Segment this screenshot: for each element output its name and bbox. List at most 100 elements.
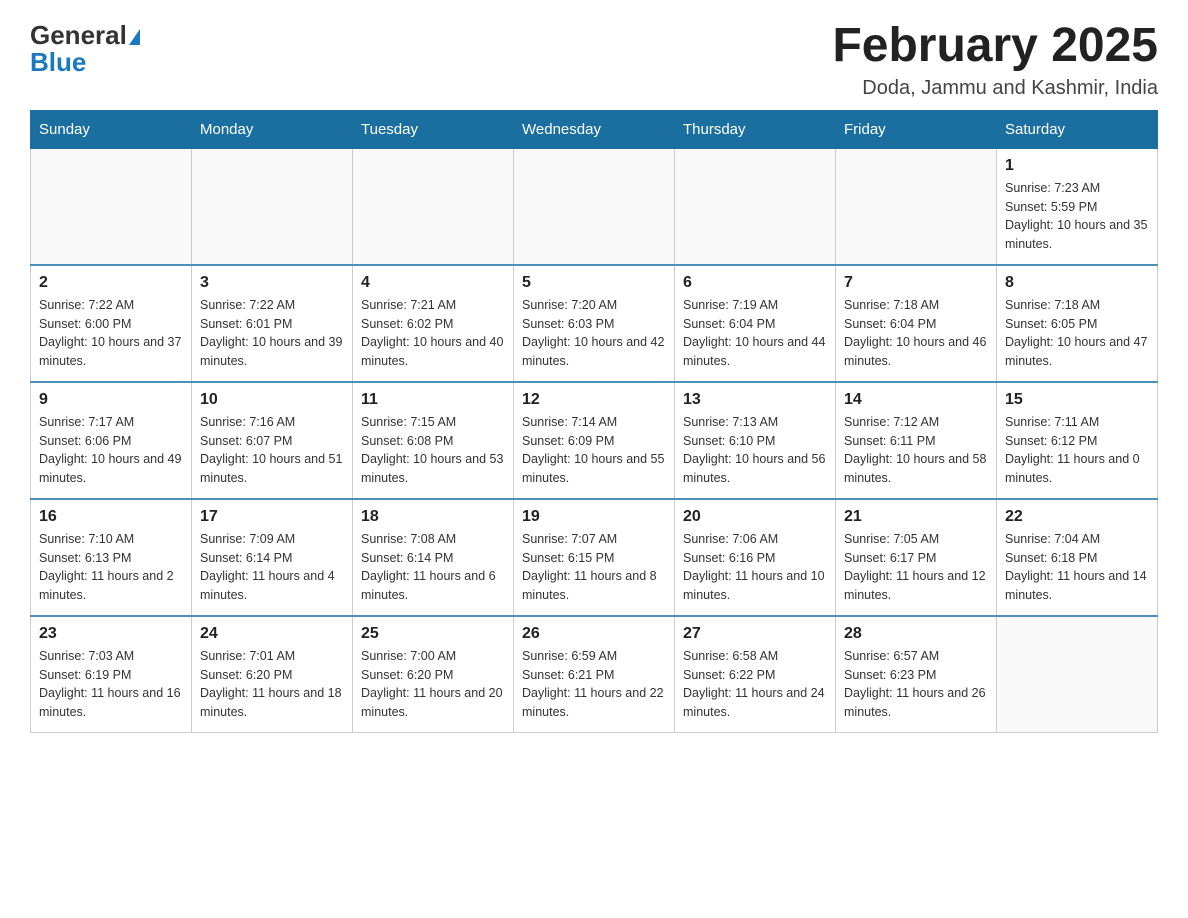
calendar-cell: 27 Sunrise: 6:58 AMSunset: 6:22 PMDayligh… bbox=[675, 616, 836, 733]
day-number: 17 bbox=[200, 508, 344, 526]
day-number: 14 bbox=[844, 391, 988, 409]
day-number: 27 bbox=[683, 625, 827, 643]
day-info: Sunrise: 7:15 AMSunset: 6:08 PMDaylight:… bbox=[361, 413, 505, 488]
calendar-cell: 8Sunrise: 7:18 AMSunset: 6:05 PMDaylight… bbox=[997, 265, 1158, 382]
day-number: 20 bbox=[683, 508, 827, 526]
calendar-cell: 1 Sunrise: 7:23 AMSunset: 5:59 PMDaylight… bbox=[997, 148, 1158, 265]
calendar-cell: 13 Sunrise: 7:13 AMSunset: 6:10 PMDayligh… bbox=[675, 382, 836, 499]
day-info: Sunrise: 7:06 AMSunset: 6:16 PMDaylight:… bbox=[683, 530, 827, 605]
day-info: Sunrise: 7:08 AMSunset: 6:14 PMDaylight:… bbox=[361, 530, 505, 605]
day-number: 9 bbox=[39, 391, 183, 409]
calendar-cell: 9 Sunrise: 7:17 AMSunset: 6:06 PMDaylight… bbox=[31, 382, 192, 499]
day-number: 15 bbox=[1005, 391, 1149, 409]
day-number: 28 bbox=[844, 625, 988, 643]
month-title: February 2025 bbox=[832, 20, 1158, 73]
calendar-cell: 28 Sunrise: 6:57 AMSunset: 6:23 PMDayligh… bbox=[836, 616, 997, 733]
page-header: General Blue February 2025 Doda, Jammu a… bbox=[30, 20, 1158, 100]
calendar-cell: 15 Sunrise: 7:11 AMSunset: 6:12 PMDayligh… bbox=[997, 382, 1158, 499]
calendar-cell: 23 Sunrise: 7:03 AMSunset: 6:19 PMDayligh… bbox=[31, 616, 192, 733]
day-number: 23 bbox=[39, 625, 183, 643]
calendar-cell bbox=[192, 148, 353, 265]
day-info: Sunrise: 7:10 AMSunset: 6:13 PMDaylight:… bbox=[39, 530, 183, 605]
calendar-cell: 5Sunrise: 7:20 AMSunset: 6:03 PMDaylight… bbox=[514, 265, 675, 382]
calendar-header-row: SundayMondayTuesdayWednesdayThursdayFrid… bbox=[31, 110, 1158, 148]
calendar-cell: 10 Sunrise: 7:16 AMSunset: 6:07 PMDayligh… bbox=[192, 382, 353, 499]
day-info: Sunrise: 7:09 AMSunset: 6:14 PMDaylight:… bbox=[200, 530, 344, 605]
day-of-week-header: Saturday bbox=[997, 110, 1158, 148]
calendar-cell bbox=[353, 148, 514, 265]
day-number: 11 bbox=[361, 391, 505, 409]
calendar-cell bbox=[836, 148, 997, 265]
calendar-week-row: 23 Sunrise: 7:03 AMSunset: 6:19 PMDayligh… bbox=[31, 616, 1158, 733]
logo-blue-text: Blue bbox=[30, 47, 86, 78]
day-info: Sunrise: 7:19 AMSunset: 6:04 PMDaylight:… bbox=[683, 296, 827, 371]
day-number: 4 bbox=[361, 274, 505, 292]
day-number: 6 bbox=[683, 274, 827, 292]
day-number: 18 bbox=[361, 508, 505, 526]
calendar-week-row: 1 Sunrise: 7:23 AMSunset: 5:59 PMDaylight… bbox=[31, 148, 1158, 265]
calendar-cell: 20 Sunrise: 7:06 AMSunset: 6:16 PMDayligh… bbox=[675, 499, 836, 616]
calendar-cell: 7Sunrise: 7:18 AMSunset: 6:04 PMDaylight… bbox=[836, 265, 997, 382]
day-number: 12 bbox=[522, 391, 666, 409]
day-info: Sunrise: 7:14 AMSunset: 6:09 PMDaylight:… bbox=[522, 413, 666, 488]
day-number: 22 bbox=[1005, 508, 1149, 526]
calendar-cell: 2 Sunrise: 7:22 AMSunset: 6:00 PMDaylight… bbox=[31, 265, 192, 382]
calendar-cell: 22 Sunrise: 7:04 AMSunset: 6:18 PMDayligh… bbox=[997, 499, 1158, 616]
calendar-cell bbox=[31, 148, 192, 265]
day-info: Sunrise: 7:01 AMSunset: 6:20 PMDaylight:… bbox=[200, 647, 344, 722]
calendar-cell: 25 Sunrise: 7:00 AMSunset: 6:20 PMDayligh… bbox=[353, 616, 514, 733]
day-number: 7 bbox=[844, 274, 988, 292]
calendar-cell: 24Sunrise: 7:01 AMSunset: 6:20 PMDayligh… bbox=[192, 616, 353, 733]
logo-triangle-icon bbox=[129, 29, 140, 45]
calendar-cell: 17 Sunrise: 7:09 AMSunset: 6:14 PMDayligh… bbox=[192, 499, 353, 616]
calendar-cell: 3Sunrise: 7:22 AMSunset: 6:01 PMDaylight… bbox=[192, 265, 353, 382]
calendar-cell: 18 Sunrise: 7:08 AMSunset: 6:14 PMDayligh… bbox=[353, 499, 514, 616]
calendar-cell: 11 Sunrise: 7:15 AMSunset: 6:08 PMDayligh… bbox=[353, 382, 514, 499]
day-number: 13 bbox=[683, 391, 827, 409]
day-info: Sunrise: 7:22 AMSunset: 6:00 PMDaylight:… bbox=[39, 296, 183, 371]
day-number: 10 bbox=[200, 391, 344, 409]
location: Doda, Jammu and Kashmir, India bbox=[832, 77, 1158, 100]
calendar-cell bbox=[997, 616, 1158, 733]
calendar-week-row: 16 Sunrise: 7:10 AMSunset: 6:13 PMDayligh… bbox=[31, 499, 1158, 616]
day-of-week-header: Sunday bbox=[31, 110, 192, 148]
day-number: 3 bbox=[200, 274, 344, 292]
calendar-cell bbox=[514, 148, 675, 265]
calendar-cell: 19Sunrise: 7:07 AMSunset: 6:15 PMDayligh… bbox=[514, 499, 675, 616]
calendar-cell: 26 Sunrise: 6:59 AMSunset: 6:21 PMDayligh… bbox=[514, 616, 675, 733]
day-number: 25 bbox=[361, 625, 505, 643]
day-of-week-header: Wednesday bbox=[514, 110, 675, 148]
calendar-cell: 16 Sunrise: 7:10 AMSunset: 6:13 PMDayligh… bbox=[31, 499, 192, 616]
day-info: Sunrise: 7:17 AMSunset: 6:06 PMDaylight:… bbox=[39, 413, 183, 488]
day-of-week-header: Friday bbox=[836, 110, 997, 148]
day-info: Sunrise: 7:21 AMSunset: 6:02 PMDaylight:… bbox=[361, 296, 505, 371]
day-number: 1 bbox=[1005, 157, 1149, 175]
day-info: Sunrise: 7:00 AMSunset: 6:20 PMDaylight:… bbox=[361, 647, 505, 722]
day-info: Sunrise: 6:58 AMSunset: 6:22 PMDaylight:… bbox=[683, 647, 827, 722]
day-info: Sunrise: 7:11 AMSunset: 6:12 PMDaylight:… bbox=[1005, 413, 1149, 488]
day-info: Sunrise: 6:59 AMSunset: 6:21 PMDaylight:… bbox=[522, 647, 666, 722]
day-number: 21 bbox=[844, 508, 988, 526]
day-info: Sunrise: 7:12 AMSunset: 6:11 PMDaylight:… bbox=[844, 413, 988, 488]
day-info: Sunrise: 7:13 AMSunset: 6:10 PMDaylight:… bbox=[683, 413, 827, 488]
day-info: Sunrise: 7:16 AMSunset: 6:07 PMDaylight:… bbox=[200, 413, 344, 488]
day-number: 19 bbox=[522, 508, 666, 526]
day-info: Sunrise: 7:23 AMSunset: 5:59 PMDaylight:… bbox=[1005, 179, 1149, 254]
day-number: 16 bbox=[39, 508, 183, 526]
calendar-table: SundayMondayTuesdayWednesdayThursdayFrid… bbox=[30, 110, 1158, 733]
calendar-cell bbox=[675, 148, 836, 265]
day-number: 8 bbox=[1005, 274, 1149, 292]
calendar-cell: 6 Sunrise: 7:19 AMSunset: 6:04 PMDaylight… bbox=[675, 265, 836, 382]
day-info: Sunrise: 7:03 AMSunset: 6:19 PMDaylight:… bbox=[39, 647, 183, 722]
day-info: Sunrise: 7:04 AMSunset: 6:18 PMDaylight:… bbox=[1005, 530, 1149, 605]
calendar-cell: 21 Sunrise: 7:05 AMSunset: 6:17 PMDayligh… bbox=[836, 499, 997, 616]
day-info: Sunrise: 6:57 AMSunset: 6:23 PMDaylight:… bbox=[844, 647, 988, 722]
day-number: 26 bbox=[522, 625, 666, 643]
calendar-cell: 12 Sunrise: 7:14 AMSunset: 6:09 PMDayligh… bbox=[514, 382, 675, 499]
day-of-week-header: Monday bbox=[192, 110, 353, 148]
title-block: February 2025 Doda, Jammu and Kashmir, I… bbox=[832, 20, 1158, 100]
day-number: 5 bbox=[522, 274, 666, 292]
day-info: Sunrise: 7:05 AMSunset: 6:17 PMDaylight:… bbox=[844, 530, 988, 605]
day-number: 2 bbox=[39, 274, 183, 292]
day-of-week-header: Thursday bbox=[675, 110, 836, 148]
